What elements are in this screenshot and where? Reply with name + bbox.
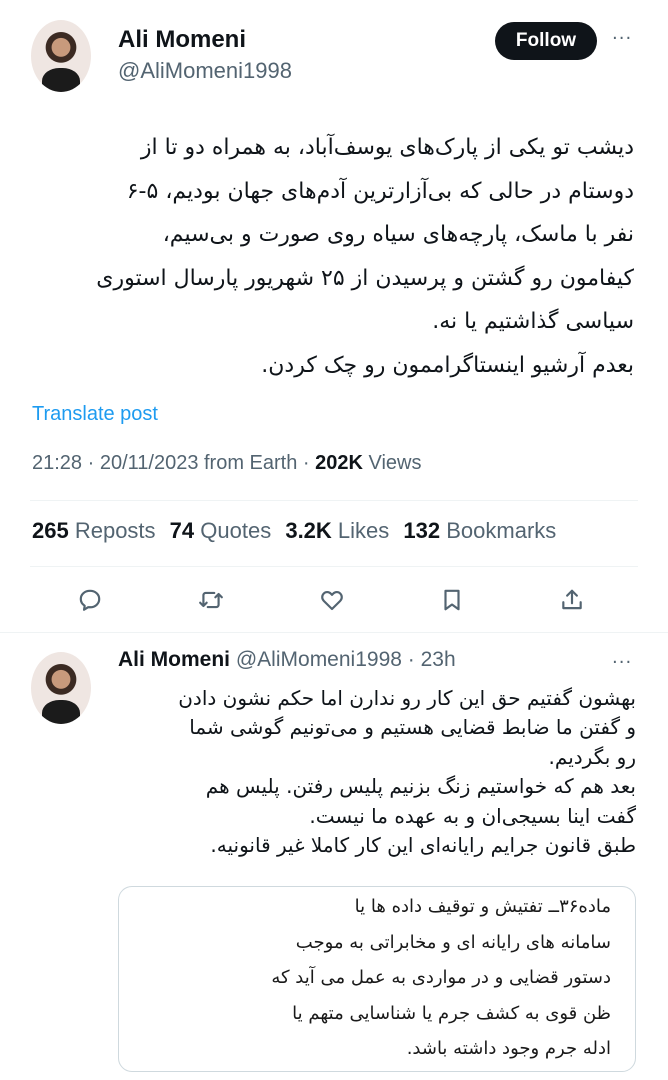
reply-text-line: بعد هم که خواستیم زنگ بزنیم پلیس رفتن. پ… [205, 774, 636, 799]
reply-author-avatar[interactable] [31, 652, 91, 724]
likes-stat[interactable]: 3.2K Likes [285, 518, 389, 543]
engagement-stats: 265 Reposts 74 Quotes 3.2K Likes 132 Boo… [32, 518, 564, 544]
law-excerpt-line: ماده۳۶ــ تفتیش و توقیف داده ها یا [354, 896, 611, 917]
more-options-icon[interactable]: ··· [612, 28, 632, 49]
reply-author-name[interactable]: Ali Momeni [118, 648, 230, 671]
tweet-text-line: دوستام در حالی که بی‌آزارترین آدم‌های جه… [126, 178, 634, 204]
share-button[interactable] [554, 582, 590, 618]
bookmarks-count: 132 [403, 518, 441, 543]
follow-button[interactable]: Follow [495, 22, 597, 60]
likes-count: 3.2K [285, 518, 332, 543]
tweet-text-line: سیاسی گذاشتیم یا نه. [432, 309, 634, 334]
author-avatar[interactable] [31, 20, 91, 92]
bookmarks-label: Bookmarks [440, 518, 557, 543]
divider [30, 500, 638, 501]
like-button[interactable] [314, 582, 350, 618]
law-excerpt-line: ادله جرم وجود داشته باشد. [406, 1038, 611, 1059]
like-icon [321, 591, 343, 611]
translate-post-link[interactable]: Translate post [32, 403, 158, 426]
views-count: 202K [315, 452, 363, 474]
tweet-text-line: کیفامون رو گشتن و پرسیدن از ۲۵ شهریور پا… [96, 265, 634, 291]
repost-button[interactable] [193, 582, 229, 618]
reposts-label: Repost [68, 518, 145, 543]
action-bar [72, 582, 602, 618]
timestamp[interactable]: 21:28 · 20/11/2023 from Earth · [32, 452, 315, 474]
reply-text-line: بهشون گفتیم حق این کار رو ندارن اما حکم … [178, 686, 636, 710]
quotes-label: Quotes [194, 518, 272, 543]
reply-author-handle[interactable]: @AliMomeni1998 [236, 648, 402, 671]
author-name[interactable]: Ali Momeni [118, 26, 246, 54]
reply-text-line: گفت اینا بسیجی‌ان و به عهده ما نیست. [309, 803, 636, 828]
quotes-stat[interactable]: 74 Quotes [170, 518, 272, 543]
reposts-count: 265 [32, 518, 69, 543]
reply-more-options-icon[interactable]: ··· [612, 652, 632, 673]
author-handle[interactable]: @AliMomeni1998 [118, 58, 292, 84]
reply-time[interactable]: · 23h [402, 648, 456, 671]
bookmark-button[interactable] [434, 582, 470, 618]
repost-icon [199, 591, 223, 609]
reply-text-line: طبق قانون جرایم رایانه‌ای این کار کاملا … [210, 833, 636, 858]
law-excerpt-line: دستور قضایی و در مواردی به عمل می آید که [271, 967, 611, 988]
views-label: Views [362, 452, 422, 474]
law-excerpt: ماده۳۶ــ تفتیش و توقیف داده ها یا سامانه… [139, 889, 611, 1067]
reposts-stat[interactable]: 265 Reposts [32, 518, 156, 543]
tweet-text-line: بعدم آرشیو اینستاگراممون رو چک کردن. [261, 352, 634, 378]
reply-text-line: رو بگردیم. [548, 744, 636, 769]
reply-header: Ali Momeni @AliMomeni1998 · 23h [118, 648, 456, 672]
tweet-text: دیشب تو یکی از پارک‌های یوسف‌آباد، به هم… [32, 126, 634, 387]
tweet-text-line: دیشب تو یکی از پارک‌های یوسف‌آباد، به هم… [140, 135, 634, 160]
law-excerpt-line: سامانه های رایانه ای و مخابراتی به موجب [295, 931, 611, 953]
tweet-text-line: نفر با ماسک، پارچه‌های سیاه روی صورت و ب… [162, 222, 634, 247]
attached-image[interactable]: ماده۳۶ــ تفتیش و توقیف داده ها یا سامانه… [118, 886, 636, 1072]
likes-label: Likes [331, 518, 390, 543]
reply-icon [79, 589, 101, 611]
reply-text-line: و گفتن ما ضابط قضایی هستیم و می‌تونیم گو… [189, 715, 636, 740]
divider [30, 566, 638, 567]
law-excerpt-line: ظن قوی به کشف جرم یا شناسایی متهم یا [292, 1002, 611, 1024]
tweet-meta: 21:28 · 20/11/2023 from Earth · 202K Vie… [32, 452, 421, 475]
divider [0, 632, 668, 633]
quotes-count: 74 [169, 518, 195, 543]
bookmark-icon [444, 589, 460, 611]
share-icon [562, 589, 582, 610]
reply-text: بهشون گفتیم حق این کار رو ندارن اما حکم … [118, 684, 636, 860]
reply-button[interactable] [72, 582, 108, 618]
bookmarks-stat[interactable]: 132 Bookmarks [403, 518, 556, 543]
